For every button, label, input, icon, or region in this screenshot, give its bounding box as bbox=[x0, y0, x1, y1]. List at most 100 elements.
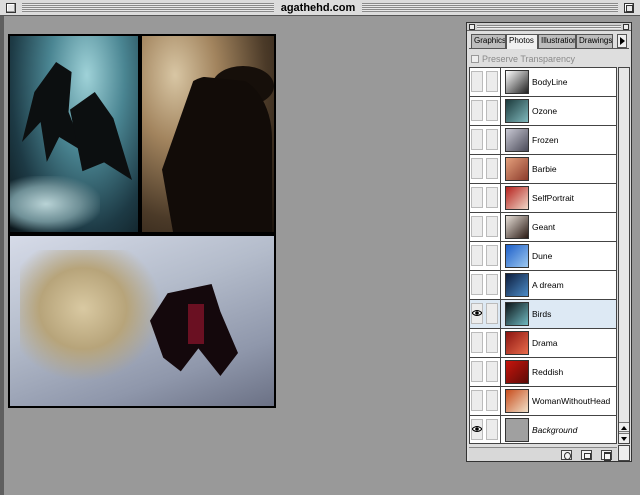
layer-link-toggle[interactable] bbox=[486, 390, 498, 411]
resize-grow-box-icon[interactable] bbox=[618, 445, 630, 461]
layer-row[interactable]: WomanWithoutHead bbox=[470, 387, 616, 416]
layer-row[interactable]: BodyLine bbox=[470, 68, 616, 97]
layer-visibility-toggle[interactable] bbox=[471, 274, 483, 295]
row-divider bbox=[500, 300, 501, 329]
layer-row[interactable]: Background bbox=[470, 416, 616, 443]
layer-name: Background bbox=[532, 425, 578, 435]
layer-row[interactable]: Barbie bbox=[470, 155, 616, 184]
layer-thumbnail bbox=[505, 215, 529, 239]
layer-link-toggle[interactable] bbox=[486, 216, 498, 237]
layer-name: WomanWithoutHead bbox=[532, 396, 611, 406]
layer-link-toggle[interactable] bbox=[486, 71, 498, 92]
layer-row[interactable]: SelfPortrait bbox=[470, 184, 616, 213]
row-divider bbox=[500, 126, 501, 155]
layer-visibility-toggle[interactable] bbox=[471, 390, 483, 411]
row-divider bbox=[500, 68, 501, 97]
layer-link-toggle[interactable] bbox=[486, 419, 498, 440]
row-divider bbox=[500, 271, 501, 300]
eye-icon bbox=[472, 310, 482, 316]
row-divider bbox=[500, 358, 501, 387]
layer-row[interactable]: Birds bbox=[470, 300, 616, 329]
layers-palette[interactable]: Graphics Photos Illustrations Drawings P… bbox=[466, 22, 632, 462]
layer-list[interactable]: BodyLine Ozone Frozen Barbie SelfPortrait Gea… bbox=[469, 67, 617, 444]
layer-row[interactable]: A dream bbox=[470, 271, 616, 300]
layer-visibility-toggle[interactable] bbox=[471, 100, 483, 121]
layer-link-toggle[interactable] bbox=[486, 245, 498, 266]
layer-visibility-toggle[interactable] bbox=[471, 216, 483, 237]
delete-layer-button[interactable] bbox=[601, 450, 612, 461]
layer-thumbnail bbox=[505, 418, 529, 442]
layer-name: Barbie bbox=[532, 164, 557, 174]
layer-row[interactable]: Reddish bbox=[470, 358, 616, 387]
layer-link-toggle[interactable] bbox=[486, 158, 498, 179]
layer-list-scrollbar[interactable] bbox=[618, 67, 630, 444]
layer-thumbnail bbox=[505, 360, 529, 384]
layer-row[interactable]: Drama bbox=[470, 329, 616, 358]
layer-name: SelfPortrait bbox=[532, 193, 575, 203]
face-silhouette bbox=[162, 76, 272, 232]
palette-tabs: Graphics Photos Illustrations Drawings bbox=[469, 34, 629, 49]
layer-visibility-toggle[interactable] bbox=[471, 187, 483, 208]
layer-name: Frozen bbox=[532, 135, 559, 145]
tab-drawings[interactable]: Drawings bbox=[576, 34, 613, 48]
layer-name: Dune bbox=[532, 251, 553, 261]
layer-name: BodyLine bbox=[532, 77, 568, 87]
window-title-bar[interactable]: agathehd.com bbox=[0, 0, 640, 16]
layer-thumbnail bbox=[505, 244, 529, 268]
palette-title-bar[interactable] bbox=[467, 23, 631, 31]
preserve-transparency-row: Preserve Transparency bbox=[471, 53, 575, 65]
cloud-shape bbox=[10, 176, 100, 232]
layer-visibility-toggle[interactable] bbox=[471, 158, 483, 179]
layer-visibility-toggle[interactable] bbox=[471, 361, 483, 382]
layer-visibility-toggle[interactable] bbox=[471, 419, 483, 440]
layer-link-toggle[interactable] bbox=[486, 100, 498, 121]
row-divider bbox=[500, 213, 501, 242]
bird-silhouette bbox=[70, 92, 132, 180]
row-divider bbox=[500, 329, 501, 358]
layer-link-toggle[interactable] bbox=[486, 187, 498, 208]
add-mask-button[interactable] bbox=[561, 450, 572, 460]
layer-thumbnail bbox=[505, 128, 529, 152]
layer-link-toggle[interactable] bbox=[486, 303, 498, 324]
layer-thumbnail bbox=[505, 186, 529, 210]
layer-thumbnail bbox=[505, 273, 529, 297]
sand-patch bbox=[20, 250, 160, 380]
layer-row[interactable]: Frozen bbox=[470, 126, 616, 155]
layer-thumbnail bbox=[505, 99, 529, 123]
eye-icon bbox=[472, 426, 482, 432]
layer-name: Reddish bbox=[532, 367, 564, 377]
new-layer-button[interactable] bbox=[581, 450, 592, 460]
preserve-transparency-checkbox[interactable] bbox=[471, 55, 479, 63]
layer-row[interactable]: Ozone bbox=[470, 97, 616, 126]
tab-illustrations[interactable]: Illustrations bbox=[538, 34, 576, 48]
layer-link-toggle[interactable] bbox=[486, 361, 498, 382]
palette-collapse-icon[interactable] bbox=[623, 24, 629, 30]
layer-name: A dream bbox=[532, 280, 564, 290]
preserve-transparency-label: Preserve Transparency bbox=[482, 54, 576, 64]
tab-graphics[interactable]: Graphics bbox=[471, 34, 506, 48]
layer-thumbnail bbox=[505, 331, 529, 355]
layer-row[interactable]: Dune bbox=[470, 242, 616, 271]
photo-dune bbox=[10, 236, 274, 406]
layer-visibility-toggle[interactable] bbox=[471, 129, 483, 150]
photo-birds bbox=[10, 36, 138, 232]
row-divider bbox=[500, 416, 501, 443]
row-divider bbox=[500, 155, 501, 184]
zoom-box-icon[interactable] bbox=[624, 3, 634, 13]
tab-photos[interactable]: Photos bbox=[506, 34, 538, 49]
palette-close-icon[interactable] bbox=[469, 24, 475, 30]
row-divider bbox=[500, 242, 501, 271]
scroll-up-arrow-icon[interactable] bbox=[619, 422, 629, 432]
layer-row[interactable]: Geant bbox=[470, 213, 616, 242]
layer-visibility-toggle[interactable] bbox=[471, 332, 483, 353]
palette-menu-arrow-icon[interactable] bbox=[617, 34, 627, 48]
layer-link-toggle[interactable] bbox=[486, 129, 498, 150]
layer-visibility-toggle[interactable] bbox=[471, 245, 483, 266]
layer-link-toggle[interactable] bbox=[486, 332, 498, 353]
layer-link-toggle[interactable] bbox=[486, 274, 498, 295]
close-box-icon[interactable] bbox=[6, 3, 16, 13]
layer-thumbnail bbox=[505, 302, 529, 326]
layer-visibility-toggle[interactable] bbox=[471, 303, 483, 324]
layer-visibility-toggle[interactable] bbox=[471, 71, 483, 92]
scroll-down-arrow-icon[interactable] bbox=[619, 433, 629, 443]
